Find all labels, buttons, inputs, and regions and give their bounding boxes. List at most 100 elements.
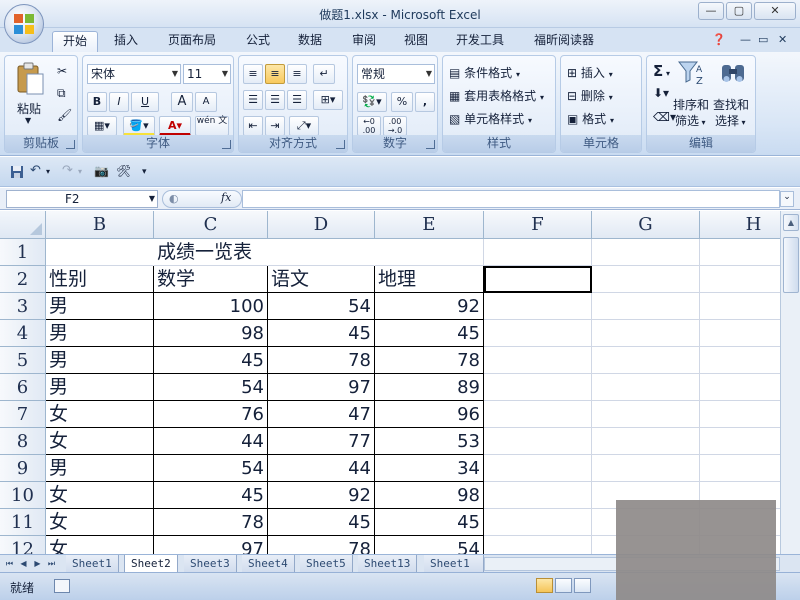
table-cell[interactable]: 54 <box>268 293 375 320</box>
redo-dropdown-icon[interactable]: ▾ <box>78 165 92 179</box>
align-right-button[interactable]: ☰ <box>287 90 307 110</box>
ribbon-minimize-icon[interactable]: — <box>740 33 751 46</box>
format-as-table-button[interactable]: ▦ 套用表格格式 ▾ <box>449 87 544 104</box>
table-cell[interactable]: 98 <box>375 482 484 509</box>
copy-icon[interactable]: ⧉ <box>57 86 66 101</box>
restore-button[interactable]: ▢ <box>726 2 752 20</box>
camera-icon[interactable]: 📷 <box>94 165 109 179</box>
insert-function-button[interactable]: fx <box>221 191 231 204</box>
column-header-h[interactable]: H <box>700 211 780 239</box>
office-button[interactable] <box>4 4 44 44</box>
empty-cell[interactable] <box>700 293 780 320</box>
row-header[interactable]: 1 <box>0 239 46 266</box>
formula-input[interactable] <box>242 190 780 208</box>
tools-icon[interactable]: 🛠 <box>116 165 131 179</box>
orientation-button[interactable]: ⤢▾ <box>289 116 319 136</box>
tab-page-layout[interactable]: 页面布局 <box>158 31 226 52</box>
empty-cell[interactable] <box>700 320 780 347</box>
wrap-text-button[interactable]: ↵ <box>313 64 335 84</box>
select-all-corner[interactable] <box>0 211 46 239</box>
conditional-formatting-button[interactable]: ▤ 条件格式 ▾ <box>449 64 520 81</box>
sheet-tab[interactable]: Sheet13 <box>358 555 418 572</box>
table-cell[interactable]: 女 <box>46 428 154 455</box>
fill-color-button[interactable]: 🪣▾ <box>123 116 155 136</box>
table-cell[interactable]: 性别 <box>46 266 154 293</box>
table-cell[interactable]: 女 <box>46 401 154 428</box>
help-icon[interactable]: ❓ <box>712 33 726 46</box>
row-header[interactable]: 6 <box>0 374 46 401</box>
prev-sheet-icon[interactable]: ◀ <box>18 557 29 570</box>
vertical-scrollbar[interactable]: ▲ <box>780 211 800 554</box>
column-header-g[interactable]: G <box>592 211 700 239</box>
table-cell[interactable] <box>268 239 375 266</box>
table-cell[interactable]: 100 <box>154 293 268 320</box>
tab-view[interactable]: 视图 <box>394 31 438 52</box>
empty-cell[interactable] <box>484 374 592 401</box>
expand-formula-bar-icon[interactable]: ⌄ <box>780 191 794 207</box>
table-cell[interactable]: 成绩一览表 <box>154 239 268 266</box>
page-layout-view-icon[interactable] <box>555 578 572 593</box>
table-cell[interactable]: 44 <box>154 428 268 455</box>
empty-cell[interactable] <box>484 509 592 536</box>
sort-filter-button[interactable]: 筛选 ▾ <box>675 112 706 129</box>
delete-cells-button[interactable]: ⊟ 删除 ▾ <box>567 87 613 104</box>
table-cell[interactable]: 92 <box>268 482 375 509</box>
table-cell[interactable]: 34 <box>375 455 484 482</box>
table-cell[interactable]: 97 <box>154 536 268 554</box>
comma-button[interactable]: , <box>415 92 435 112</box>
customize-qat-icon[interactable]: ▾ <box>142 165 156 179</box>
table-cell[interactable]: 地理 <box>375 266 484 293</box>
sheet-tab[interactable]: Sheet1 <box>66 555 119 572</box>
percent-button[interactable]: % <box>391 92 413 112</box>
table-cell[interactable]: 96 <box>375 401 484 428</box>
font-name-select[interactable]: 宋体 ▼ <box>87 64 181 84</box>
table-cell[interactable]: 女 <box>46 536 154 554</box>
row-header[interactable]: 3 <box>0 293 46 320</box>
table-cell[interactable]: 45 <box>154 482 268 509</box>
table-cell[interactable]: 男 <box>46 374 154 401</box>
scroll-up-icon[interactable]: ▲ <box>783 214 799 231</box>
table-cell[interactable]: 45 <box>268 320 375 347</box>
empty-cell[interactable] <box>592 293 700 320</box>
column-header-f[interactable]: F <box>484 211 592 239</box>
row-header[interactable]: 2 <box>0 266 46 293</box>
table-cell[interactable] <box>375 239 484 266</box>
number-format-select[interactable]: 常规 ▼ <box>357 64 435 84</box>
first-sheet-icon[interactable]: ⏮ <box>4 557 15 570</box>
bold-button[interactable]: B <box>87 92 107 112</box>
save-icon[interactable] <box>10 165 24 179</box>
sheet-tab[interactable]: Sheet4 <box>242 555 295 572</box>
binoculars-icon[interactable] <box>719 60 747 86</box>
empty-cell[interactable] <box>484 401 592 428</box>
empty-cell[interactable] <box>592 374 700 401</box>
column-header-e[interactable]: E <box>375 211 484 239</box>
decrease-decimal-button[interactable]: .00 →.0 <box>383 116 407 136</box>
align-top-button[interactable]: ≡ <box>243 64 263 84</box>
row-header[interactable]: 5 <box>0 347 46 374</box>
row-header[interactable]: 9 <box>0 455 46 482</box>
increase-decimal-button[interactable]: ←0.00 <box>357 116 381 136</box>
empty-cell[interactable] <box>484 293 592 320</box>
cell-styles-button[interactable]: ▧ 单元格样式 ▾ <box>449 110 532 127</box>
table-cell[interactable]: 女 <box>46 482 154 509</box>
underline-button[interactable]: U <box>131 92 159 112</box>
undo-dropdown-icon[interactable]: ▾ <box>46 165 60 179</box>
table-cell[interactable]: 78 <box>268 536 375 554</box>
row-header[interactable]: 12 <box>0 536 46 554</box>
formula-cancel-icon[interactable]: ◐ <box>169 192 179 205</box>
empty-cell[interactable] <box>700 401 780 428</box>
table-cell[interactable]: 53 <box>375 428 484 455</box>
tab-review[interactable]: 审阅 <box>342 31 386 52</box>
italic-button[interactable]: I <box>109 92 129 112</box>
format-painter-icon[interactable]: 🖌 <box>57 108 72 122</box>
table-cell[interactable]: 97 <box>268 374 375 401</box>
table-cell[interactable] <box>46 239 154 266</box>
table-cell[interactable]: 98 <box>154 320 268 347</box>
empty-cell[interactable] <box>700 374 780 401</box>
empty-cell[interactable] <box>700 266 780 293</box>
column-header-c[interactable]: C <box>154 211 268 239</box>
table-cell[interactable]: 54 <box>375 536 484 554</box>
decrease-indent-button[interactable]: ⇤ <box>243 116 263 136</box>
redo-icon[interactable]: ↷ <box>62 164 76 179</box>
ribbon-restore-icon[interactable]: ▭ <box>758 33 768 46</box>
